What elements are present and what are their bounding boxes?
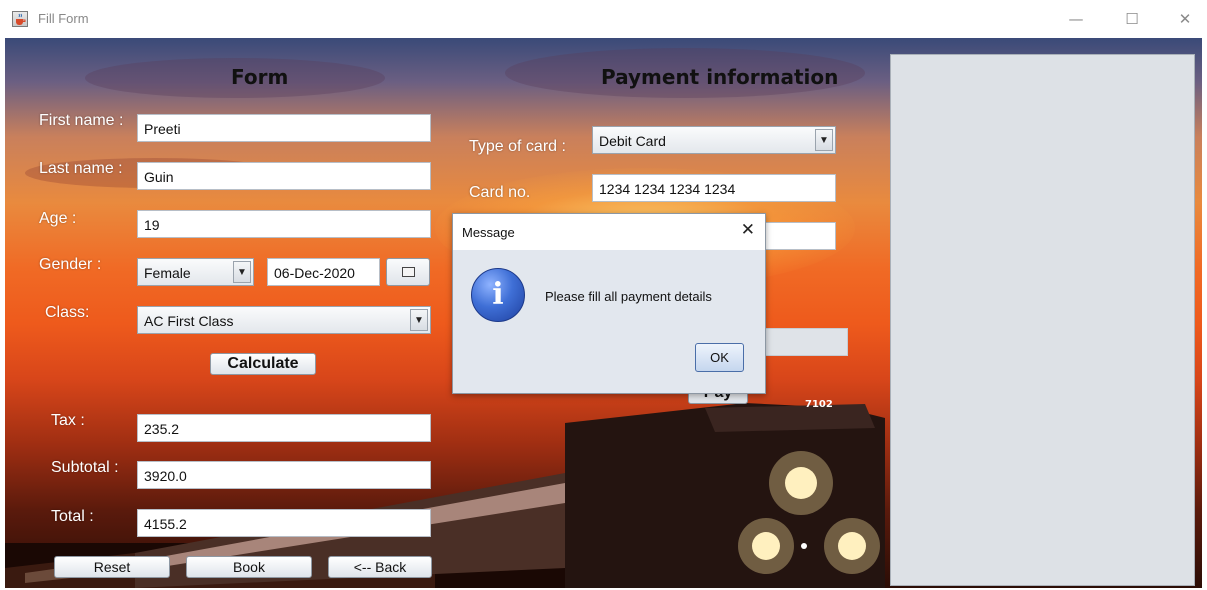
title-bar: Fill Form — ☐ ✕ bbox=[0, 0, 1207, 38]
chevron-down-icon: ▼ bbox=[815, 129, 833, 151]
subtotal-label: Subtotal : bbox=[51, 459, 119, 476]
message-dialog: Message ✕ i Please fill all payment deta… bbox=[452, 213, 766, 394]
first-name-field[interactable]: Preeti bbox=[137, 114, 431, 142]
calendar-button[interactable] bbox=[386, 258, 430, 286]
dialog-message: Please fill all payment details bbox=[545, 289, 712, 304]
book-button[interactable]: Book bbox=[186, 556, 312, 578]
last-name-label: Last name : bbox=[39, 160, 123, 177]
age-label: Age : bbox=[39, 210, 77, 227]
payment-heading: Payment information bbox=[601, 65, 839, 89]
minimize-button[interactable]: — bbox=[1061, 8, 1091, 30]
tax-label: Tax : bbox=[51, 412, 85, 429]
close-window-button[interactable]: ✕ bbox=[1170, 8, 1200, 30]
card-type-label: Type of card : bbox=[469, 138, 566, 155]
tax-field[interactable]: 235.2 bbox=[137, 414, 431, 442]
chevron-down-icon: ▼ bbox=[410, 309, 428, 331]
train-number: 7102 bbox=[805, 399, 833, 410]
class-select[interactable]: AC First Class ▼ bbox=[137, 306, 431, 334]
back-button[interactable]: <-- Back bbox=[328, 556, 432, 578]
age-field[interactable]: 19 bbox=[137, 210, 431, 238]
first-name-label: First name : bbox=[39, 112, 124, 129]
last-name-field[interactable]: Guin bbox=[137, 162, 431, 190]
dialog-title: Message bbox=[462, 225, 515, 240]
date-field[interactable]: 06-Dec-2020 bbox=[267, 258, 380, 286]
ok-button[interactable]: OK bbox=[695, 343, 744, 372]
card-type-select[interactable]: Debit Card ▼ bbox=[592, 126, 836, 154]
class-label: Class: bbox=[45, 304, 90, 321]
form-heading: Form bbox=[231, 65, 289, 89]
gender-label: Gender : bbox=[39, 256, 102, 273]
subtotal-field[interactable]: 3920.0 bbox=[137, 461, 431, 489]
dialog-close-icon[interactable]: ✕ bbox=[741, 220, 755, 240]
card-number-field[interactable]: 1234 1234 1234 1234 bbox=[592, 174, 836, 202]
app-window: Fill Form — ☐ ✕ 7102 Form Payment inform… bbox=[0, 0, 1207, 590]
card-type-select-value: Debit Card bbox=[599, 133, 666, 149]
dialog-title-bar: Message ✕ bbox=[453, 214, 765, 250]
maximize-button[interactable]: ☐ bbox=[1117, 8, 1147, 30]
window-title: Fill Form bbox=[38, 11, 89, 26]
calculate-button[interactable]: Calculate bbox=[210, 353, 316, 375]
chevron-down-icon: ▼ bbox=[233, 261, 251, 283]
java-cup-icon bbox=[12, 11, 28, 27]
total-field[interactable]: 4155.2 bbox=[137, 509, 431, 537]
total-label: Total : bbox=[51, 508, 94, 525]
reset-button[interactable]: Reset bbox=[54, 556, 170, 578]
class-select-value: AC First Class bbox=[144, 313, 234, 329]
gender-select-value: Female bbox=[144, 265, 191, 281]
calendar-icon bbox=[402, 267, 415, 277]
card-number-label: Card no. bbox=[469, 184, 531, 201]
side-panel bbox=[890, 54, 1195, 586]
gender-select[interactable]: Female ▼ bbox=[137, 258, 254, 286]
info-icon: i bbox=[471, 268, 525, 322]
